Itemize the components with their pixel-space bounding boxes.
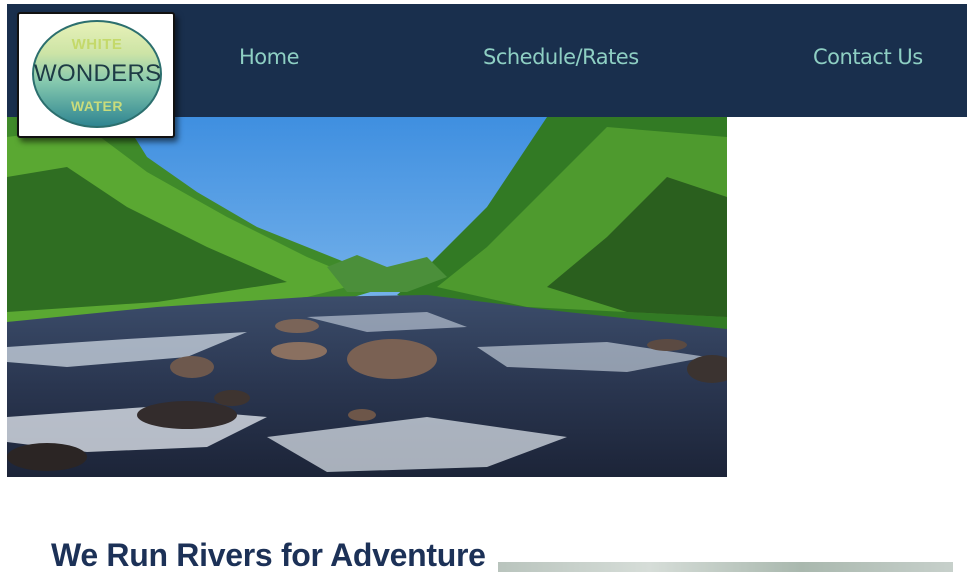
site-logo[interactable]: WHITE WONDERS WATER [17,12,175,138]
nav-home-link[interactable]: Home [239,45,300,69]
logo-text-wonders: WONDERS [34,60,162,87]
main-headline: We Run Rivers for Adventure [51,537,486,573]
nav-schedule-rates-link[interactable]: Schedule/Rates [483,45,639,69]
nav-contact-link[interactable]: Contact Us [813,45,923,69]
secondary-photo [498,562,953,572]
logo-text-water: WATER [70,98,123,114]
logo-text-white: WHITE [71,36,123,53]
logo-badge: WHITE WONDERS WATER [32,20,162,128]
hero-river-photo [7,117,727,477]
